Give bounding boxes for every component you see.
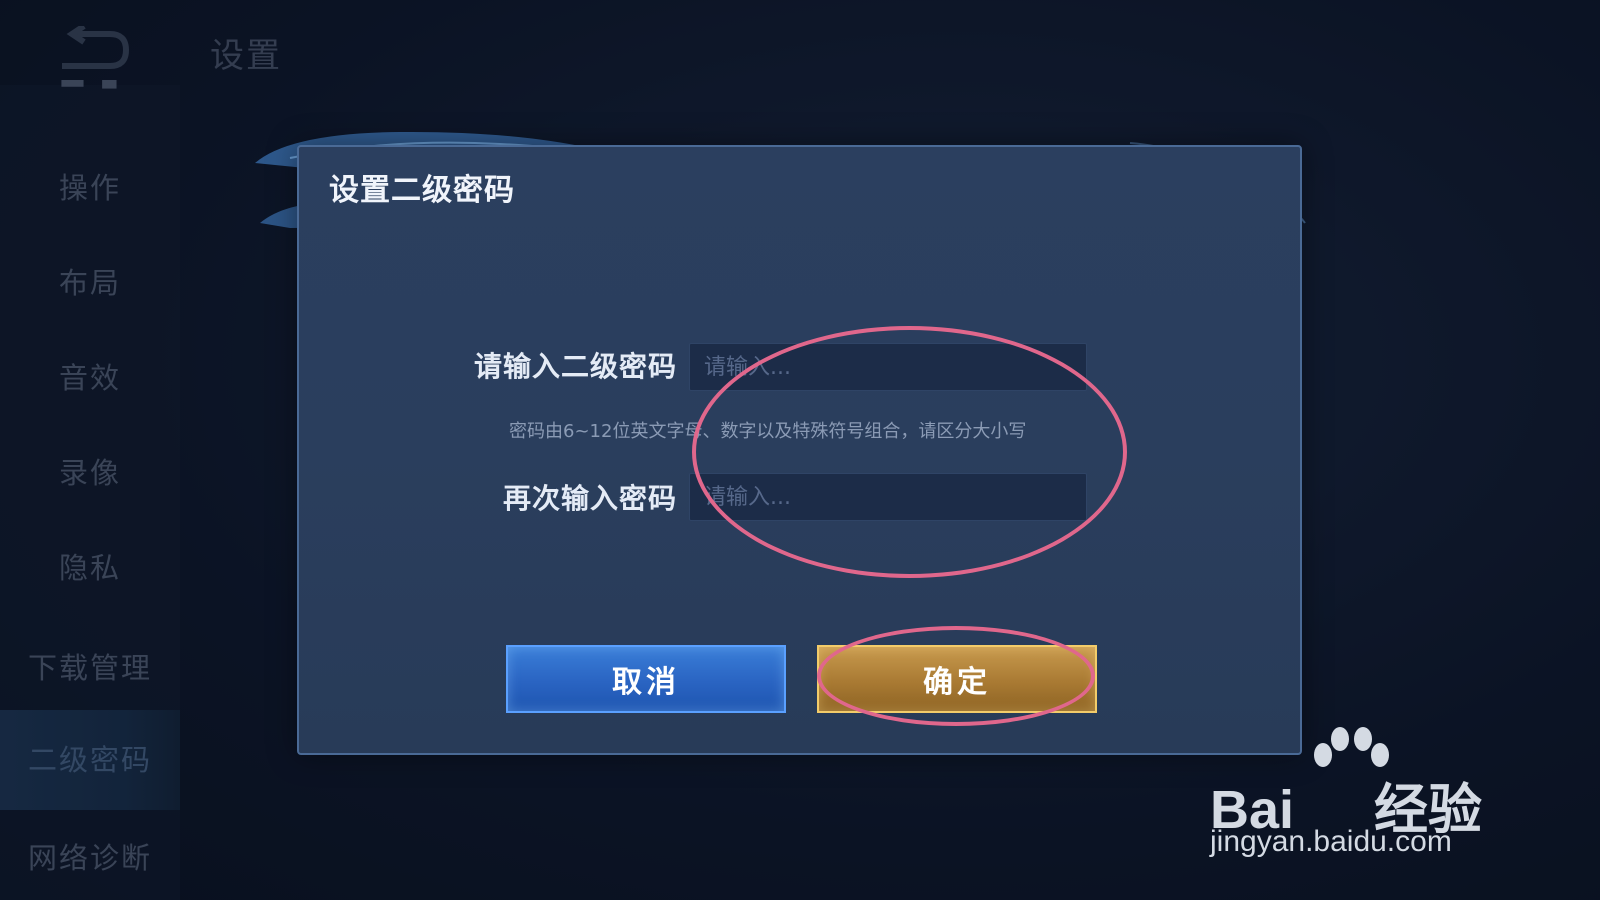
dialog-title: 设置二级密码 (329, 173, 515, 208)
confirm-password-label: 再次输入密码 (502, 482, 677, 515)
confirm-password-input[interactable] (689, 473, 1087, 521)
confirm-button[interactable]: 确定 (817, 645, 1097, 713)
baidu-jingyan-watermark: Bai 经验 jingyan.baidu.com (1210, 725, 1510, 865)
watermark-url: jingyan.baidu.com (1210, 825, 1452, 858)
password-label: 请输入二级密码 (473, 350, 677, 383)
password-input[interactable] (689, 343, 1087, 391)
set-secondary-password-dialog: 设置二级密码 请输入二级密码 密码由6~12位英文字母、数字以及特殊符号组合，请… (297, 145, 1302, 755)
cancel-button[interactable]: 取消 (506, 645, 786, 713)
password-hint: 密码由6~12位英文字母、数字以及特殊符号组合，请区分大小写 (509, 421, 1027, 442)
